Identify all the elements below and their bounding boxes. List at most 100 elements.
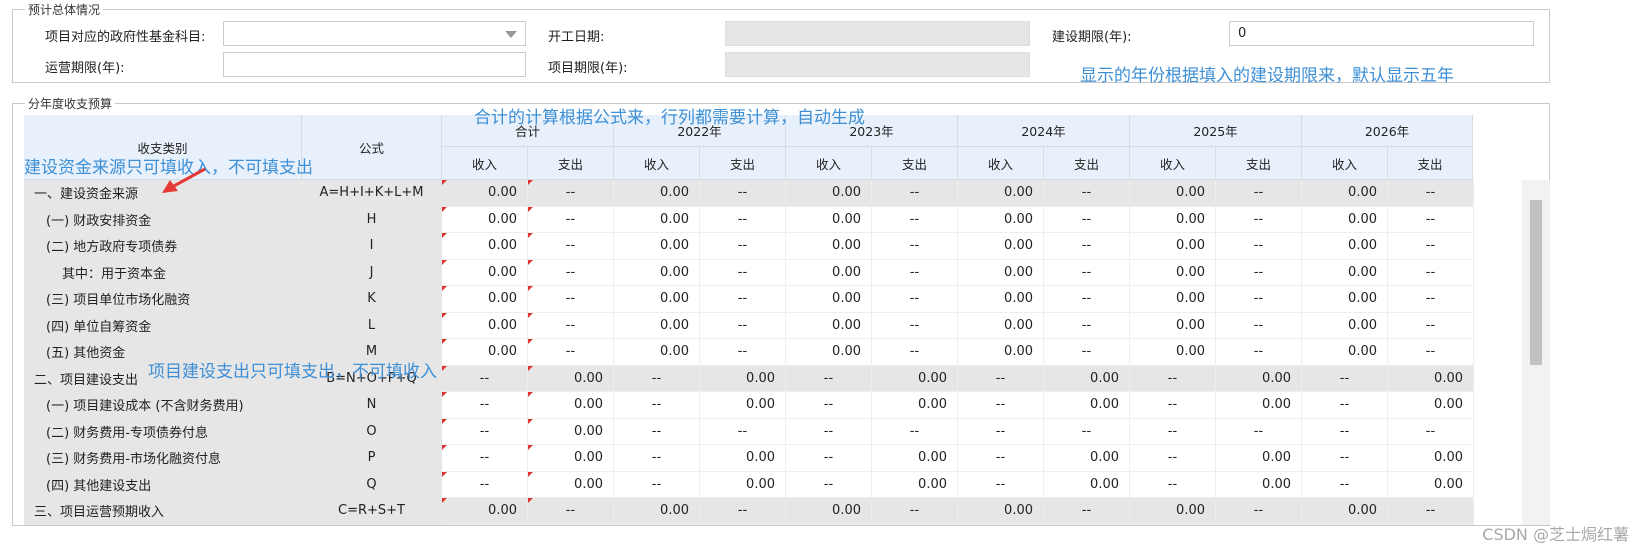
income-cell[interactable]: 0.00 xyxy=(442,312,528,339)
income-cell[interactable]: 0.00 xyxy=(958,498,1044,525)
income-cell[interactable]: 0.00 xyxy=(442,259,528,286)
expense-cell[interactable]: -- xyxy=(1044,180,1130,207)
expense-cell[interactable]: -- xyxy=(1388,312,1474,339)
vertical-scrollbar[interactable] xyxy=(1522,180,1550,525)
project-period-field[interactable] xyxy=(725,52,1030,77)
expense-cell[interactable]: 0.00 xyxy=(1044,392,1130,419)
income-cell[interactable]: 0.00 xyxy=(958,286,1044,313)
income-cell[interactable]: 0.00 xyxy=(1130,286,1216,313)
income-cell[interactable]: 0.00 xyxy=(442,498,528,525)
income-cell[interactable]: 0.00 xyxy=(442,339,528,366)
income-cell[interactable]: -- xyxy=(442,392,528,419)
expense-cell[interactable]: 0.00 xyxy=(1388,445,1474,472)
expense-cell[interactable]: 0.00 xyxy=(528,418,614,445)
income-cell[interactable]: -- xyxy=(786,471,872,498)
income-cell[interactable]: -- xyxy=(614,365,700,392)
income-cell[interactable]: 0.00 xyxy=(614,233,700,260)
income-cell[interactable]: 0.00 xyxy=(786,339,872,366)
income-cell[interactable]: 0.00 xyxy=(786,312,872,339)
income-cell[interactable]: -- xyxy=(614,445,700,472)
income-cell[interactable]: 0.00 xyxy=(442,180,528,207)
expense-cell[interactable]: -- xyxy=(872,180,958,207)
expense-cell[interactable]: 0.00 xyxy=(1388,392,1474,419)
expense-cell[interactable]: 0.00 xyxy=(1216,471,1302,498)
income-cell[interactable]: 0.00 xyxy=(1302,312,1388,339)
income-cell[interactable]: 0.00 xyxy=(442,286,528,313)
income-cell[interactable]: 0.00 xyxy=(1130,498,1216,525)
expense-cell[interactable]: -- xyxy=(872,206,958,233)
income-cell[interactable]: 0.00 xyxy=(786,233,872,260)
expense-cell[interactable]: -- xyxy=(1216,180,1302,207)
expense-cell[interactable]: -- xyxy=(872,233,958,260)
expense-cell[interactable]: -- xyxy=(700,312,786,339)
expense-cell[interactable]: -- xyxy=(700,286,786,313)
income-cell[interactable]: 0.00 xyxy=(614,286,700,313)
income-cell[interactable]: 0.00 xyxy=(614,259,700,286)
expense-cell[interactable]: 0.00 xyxy=(1216,392,1302,419)
income-cell[interactable]: 0.00 xyxy=(614,180,700,207)
expense-cell[interactable]: -- xyxy=(700,418,786,445)
expense-cell[interactable]: -- xyxy=(1388,233,1474,260)
expense-cell[interactable]: 0.00 xyxy=(872,365,958,392)
expense-cell[interactable]: 0.00 xyxy=(1044,471,1130,498)
income-cell[interactable]: -- xyxy=(1302,418,1388,445)
expense-cell[interactable]: -- xyxy=(700,498,786,525)
income-cell[interactable]: 0.00 xyxy=(1130,339,1216,366)
income-cell[interactable]: 0.00 xyxy=(1302,206,1388,233)
expense-cell[interactable]: 0.00 xyxy=(700,392,786,419)
income-cell[interactable]: 0.00 xyxy=(786,498,872,525)
expense-cell[interactable]: -- xyxy=(872,312,958,339)
expense-cell[interactable]: -- xyxy=(1388,180,1474,207)
income-cell[interactable]: -- xyxy=(614,418,700,445)
expense-cell[interactable]: -- xyxy=(1388,286,1474,313)
income-cell[interactable]: 0.00 xyxy=(958,233,1044,260)
income-cell[interactable]: 0.00 xyxy=(1302,286,1388,313)
start-date-field[interactable] xyxy=(725,21,1030,46)
income-cell[interactable]: 0.00 xyxy=(1130,180,1216,207)
build-period-input[interactable]: 0 xyxy=(1229,21,1534,46)
expense-cell[interactable]: -- xyxy=(1044,206,1130,233)
expense-cell[interactable]: -- xyxy=(1044,498,1130,525)
income-cell[interactable]: 0.00 xyxy=(1130,206,1216,233)
income-cell[interactable]: 0.00 xyxy=(786,286,872,313)
expense-cell[interactable]: 0.00 xyxy=(700,365,786,392)
expense-cell[interactable]: -- xyxy=(700,339,786,366)
income-cell[interactable]: -- xyxy=(786,392,872,419)
expense-cell[interactable]: 0.00 xyxy=(700,471,786,498)
expense-cell[interactable]: -- xyxy=(1044,339,1130,366)
income-cell[interactable]: -- xyxy=(1302,445,1388,472)
expense-cell[interactable]: -- xyxy=(872,286,958,313)
expense-cell[interactable]: -- xyxy=(1216,498,1302,525)
income-cell[interactable]: -- xyxy=(1130,365,1216,392)
expense-cell[interactable]: -- xyxy=(1044,286,1130,313)
income-cell[interactable]: -- xyxy=(1302,471,1388,498)
expense-cell[interactable]: -- xyxy=(1216,206,1302,233)
expense-cell[interactable]: 0.00 xyxy=(528,365,614,392)
income-cell[interactable]: -- xyxy=(958,392,1044,419)
scrollbar-thumb[interactable] xyxy=(1530,200,1542,365)
expense-cell[interactable]: -- xyxy=(1044,418,1130,445)
expense-cell[interactable]: -- xyxy=(528,498,614,525)
expense-cell[interactable]: 0.00 xyxy=(872,471,958,498)
expense-cell[interactable]: -- xyxy=(1216,233,1302,260)
income-cell[interactable]: 0.00 xyxy=(786,259,872,286)
expense-cell[interactable]: 0.00 xyxy=(528,392,614,419)
expense-cell[interactable]: 0.00 xyxy=(872,445,958,472)
expense-cell[interactable]: -- xyxy=(528,180,614,207)
expense-cell[interactable]: -- xyxy=(1216,286,1302,313)
operate-period-input[interactable] xyxy=(223,52,526,77)
expense-cell[interactable]: -- xyxy=(872,418,958,445)
expense-cell[interactable]: 0.00 xyxy=(528,445,614,472)
income-cell[interactable]: -- xyxy=(958,365,1044,392)
expense-cell[interactable]: 0.00 xyxy=(1388,365,1474,392)
income-cell[interactable]: 0.00 xyxy=(958,206,1044,233)
income-cell[interactable]: -- xyxy=(786,365,872,392)
expense-cell[interactable]: 0.00 xyxy=(872,392,958,419)
expense-cell[interactable]: -- xyxy=(872,259,958,286)
income-cell[interactable]: 0.00 xyxy=(958,339,1044,366)
expense-cell[interactable]: -- xyxy=(1388,259,1474,286)
income-cell[interactable]: 0.00 xyxy=(614,498,700,525)
expense-cell[interactable]: -- xyxy=(1044,259,1130,286)
expense-cell[interactable]: 0.00 xyxy=(1216,445,1302,472)
expense-cell[interactable]: -- xyxy=(1388,418,1474,445)
